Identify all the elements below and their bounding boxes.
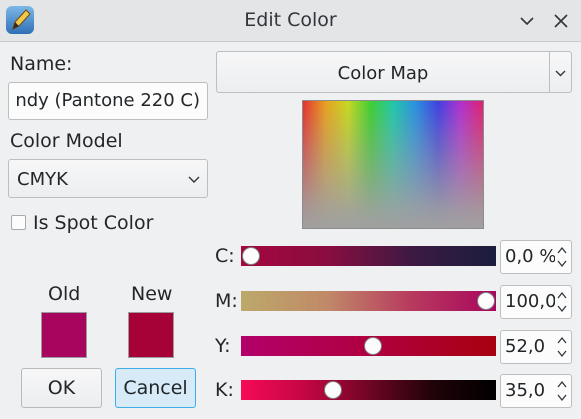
new-color-swatch [128,312,174,358]
cyan-spinbox[interactable]: 0,0 % [500,240,572,274]
color-selector-value: Color Map [337,63,429,84]
combo-divider [549,52,550,92]
cyan-slider-handle[interactable] [242,247,260,265]
name-label: Name: [10,53,73,75]
window-title: Edit Color [244,9,337,31]
black-slider[interactable] [241,380,496,400]
name-field-value: ndy (Pantone 220 C) [15,90,200,111]
color-model-value: CMYK [17,169,68,190]
cancel-button[interactable]: Cancel [115,368,196,408]
yellow-slider-label: Y: [215,335,231,357]
spot-color-label: Is Spot Color [33,212,154,234]
color-model-label: Color Model [10,130,123,152]
black-spinbox[interactable]: 35,0 [500,374,572,408]
yellow-spinbox-value: 52,0 [505,336,546,357]
color-map-saturation [303,101,483,228]
new-color-label: New [131,283,173,305]
magenta-spinbox[interactable]: 100,0 [500,285,572,319]
old-color-swatch [41,312,87,358]
cyan-spinbox-value: 0,0 % [505,246,557,267]
chevron-down-icon[interactable] [516,10,538,32]
ok-button[interactable]: OK [21,368,102,408]
cyan-slider[interactable] [241,246,496,266]
title-bar: Edit Color [0,0,581,42]
yellow-slider-handle[interactable] [364,337,383,355]
cyan-slider-label: C: [215,245,235,267]
magenta-slider-handle[interactable] [477,292,495,310]
black-spinbox-value: 35,0 [505,380,546,401]
color-model-select[interactable]: CMYK [8,159,208,198]
magenta-slider-label: M: [215,290,238,312]
magenta-slider[interactable] [241,291,496,311]
spin-arrows-icon[interactable] [555,333,569,361]
spin-arrows-icon[interactable] [555,377,569,405]
color-map-picker[interactable] [302,100,484,229]
chevron-down-icon [188,176,200,183]
black-slider-handle[interactable] [324,381,343,399]
old-color-label: Old [48,283,81,305]
black-slider-label: K: [215,379,234,401]
color-selector-combo[interactable]: Color Map [216,51,572,93]
spin-arrows-icon[interactable] [555,288,569,316]
spin-arrows-icon[interactable] [555,243,569,271]
magenta-spinbox-value: 100,0 [505,291,557,312]
name-field[interactable]: ndy (Pantone 220 C) [8,82,208,120]
yellow-slider[interactable] [241,336,496,356]
spot-color-checkbox[interactable] [11,215,26,230]
yellow-spinbox[interactable]: 52,0 [500,330,572,364]
close-icon[interactable] [550,10,572,32]
chevron-down-icon [555,70,566,77]
